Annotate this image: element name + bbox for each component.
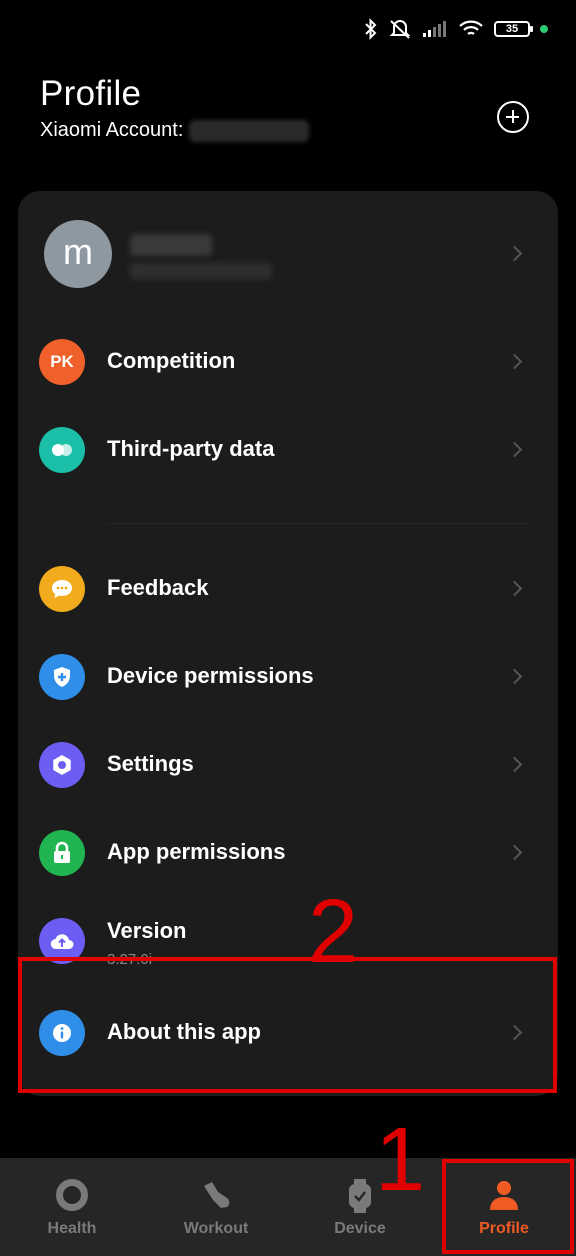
lock-icon: [39, 830, 85, 876]
ring-icon: [56, 1179, 88, 1211]
menu-item-label: Device permissions: [107, 663, 314, 688]
wifi-icon: [459, 20, 483, 35]
shield-plus-icon: [39, 654, 85, 700]
smartwatch-icon: [349, 1179, 371, 1213]
menu-item-device-permissions[interactable]: Device permissions: [18, 637, 558, 717]
pk-icon: PK: [39, 339, 85, 385]
shoe-icon: [204, 1182, 230, 1208]
nav-label: Device: [334, 1220, 386, 1237]
privacy-dot: [540, 25, 548, 33]
menu-item-feedback[interactable]: Feedback: [18, 549, 558, 629]
nav-label: Workout: [183, 1220, 249, 1237]
menu-item-label: Feedback: [107, 575, 209, 600]
status-bar: 35: [0, 0, 576, 60]
annotation-step-2: 2: [308, 882, 359, 982]
annotation-box-profile: [442, 1159, 574, 1254]
chevron-right-icon: [506, 245, 523, 262]
chevron-right-icon: [506, 844, 523, 861]
chat-bubble-icon: [39, 566, 85, 612]
account-id-redacted: [189, 119, 310, 142]
menu-item-label: Version: [107, 918, 187, 943]
annotation-box-about: [18, 957, 557, 1093]
mute-bell-icon: [389, 20, 411, 39]
menu-item-settings[interactable]: Settings: [18, 725, 558, 805]
chevron-right-icon: [506, 580, 523, 597]
account-label: Xiaomi Account:: [40, 119, 184, 141]
link-circles-icon: [39, 427, 85, 473]
chevron-right-icon: [506, 668, 523, 685]
nav-tab-workout[interactable]: Workout: [144, 1158, 288, 1256]
nav-label: Health: [47, 1220, 97, 1237]
page-title: Profile: [40, 74, 142, 113]
user-profile-row[interactable]: m: [18, 191, 558, 319]
chevron-right-icon: [506, 441, 523, 458]
menu-item-third-party-data[interactable]: Third-party data: [18, 410, 558, 490]
user-name-redacted: [130, 234, 212, 256]
section-divider: [107, 523, 529, 524]
bluetooth-icon: [365, 18, 377, 40]
menu-item-app-permissions[interactable]: App permissions: [18, 813, 558, 893]
status-icons: 35: [364, 18, 548, 40]
nav-tab-health[interactable]: Health: [0, 1158, 144, 1256]
signal-icon: [423, 21, 446, 37]
menu-item-competition[interactable]: PK Competition: [18, 322, 558, 402]
menu-item-label: Settings: [107, 751, 194, 776]
gear-icon: [39, 742, 85, 788]
user-id-redacted: [130, 263, 272, 279]
menu-item-label: App permissions: [107, 839, 286, 864]
annotation-step-1: 1: [375, 1110, 426, 1210]
account-row: Xiaomi Account:: [40, 119, 310, 142]
add-button[interactable]: [497, 101, 529, 133]
avatar: m: [44, 220, 112, 288]
battery-indicator: 35: [494, 21, 533, 37]
chevron-right-icon: [506, 756, 523, 773]
chevron-right-icon: [506, 353, 523, 370]
menu-item-label: Competition: [107, 348, 236, 373]
menu-item-label: Third-party data: [107, 436, 275, 461]
